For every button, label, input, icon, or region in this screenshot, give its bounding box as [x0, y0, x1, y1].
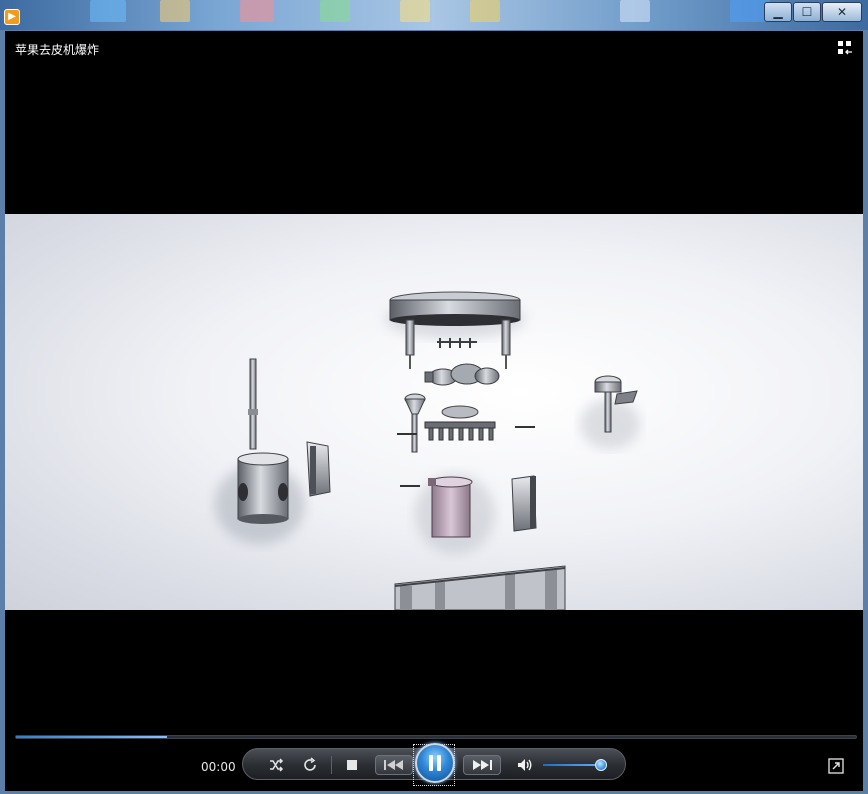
video-frame[interactable] [5, 214, 863, 610]
window-controls: ▁ ☐ ✕ [763, 2, 862, 22]
video-title: 苹果去皮机爆炸 [15, 43, 100, 57]
background-taskbar-item [240, 0, 274, 22]
stop-button[interactable] [339, 749, 365, 781]
previous-button[interactable] [373, 749, 415, 781]
shuffle-button[interactable] [263, 749, 289, 781]
volume-icon [518, 759, 532, 771]
background-taskbar-item [470, 0, 500, 22]
window-titlebar: ▶ ▁ ☐ ✕ [0, 0, 868, 30]
seek-progress [16, 736, 167, 738]
previous-button-face [375, 755, 413, 775]
mute-button[interactable] [511, 749, 539, 781]
control-separator [331, 756, 332, 774]
exploded-assembly-render [215, 291, 640, 610]
seek-bar[interactable] [15, 735, 857, 739]
pause-icon [429, 755, 441, 771]
video-player[interactable]: 苹果去皮机爆炸 00:00 [5, 31, 863, 791]
background-taskbar-item [400, 0, 430, 22]
repeat-icon [304, 757, 316, 771]
play-pause-button[interactable] [415, 743, 455, 783]
close-button[interactable]: ✕ [822, 2, 862, 22]
next-button-face [463, 755, 501, 775]
volume-slider-thumb[interactable] [595, 759, 607, 771]
maximize-button[interactable]: ☐ [793, 2, 821, 22]
repeat-button[interactable] [297, 749, 323, 781]
expand-icon[interactable] [828, 758, 844, 774]
background-taskbar-item [320, 0, 350, 22]
next-button[interactable] [461, 749, 503, 781]
previous-icon [384, 760, 403, 770]
background-taskbar-item [90, 0, 126, 22]
shuffle-icon [270, 758, 284, 772]
app-icon: ▶ [4, 9, 20, 25]
stop-icon [347, 760, 357, 770]
current-time: 00:00 [201, 760, 236, 774]
window-frame: ▶ ▁ ☐ ✕ 苹果去皮机爆炸 00:00 [0, 0, 868, 794]
switch-view-icon[interactable] [837, 40, 853, 56]
minimize-button[interactable]: ▁ [764, 2, 792, 22]
background-taskbar-item [620, 0, 650, 22]
next-icon [473, 760, 492, 770]
background-taskbar-item [160, 0, 190, 22]
